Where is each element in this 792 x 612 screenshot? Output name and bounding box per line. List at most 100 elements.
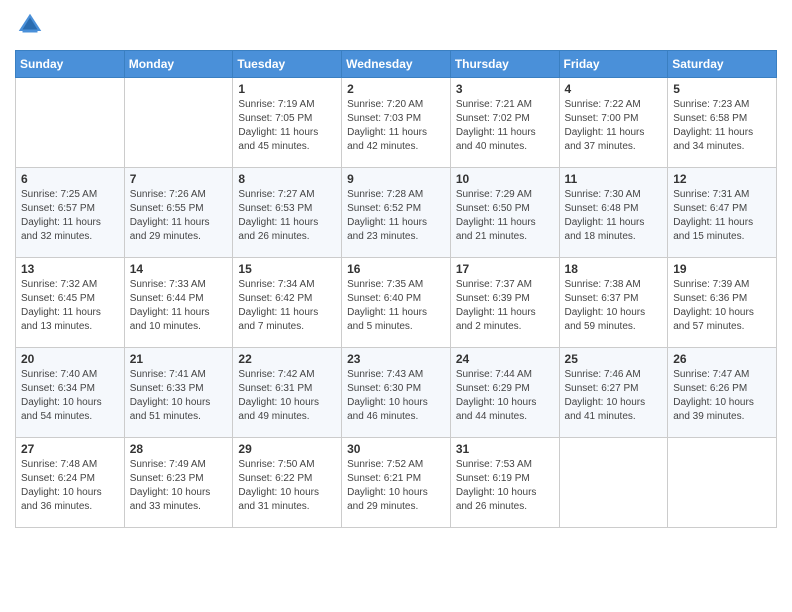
day-cell: 31 Sunrise: 7:53 AM Sunset: 6:19 PM Dayli… — [450, 438, 559, 528]
day-info: Sunrise: 7:29 AM Sunset: 6:50 PM Dayligh… — [456, 188, 554, 244]
day-number: 27 — [21, 442, 119, 456]
day-info: Sunrise: 7:34 AM Sunset: 6:42 PM Dayligh… — [238, 278, 336, 334]
day-number: 10 — [456, 172, 554, 186]
header-row: SundayMondayTuesdayWednesdayThursdayFrid… — [16, 51, 777, 78]
day-cell: 11Sunrise: 7:30 AM Sunset: 6:48 PM Dayli… — [559, 168, 668, 258]
day-number: 15 — [238, 262, 336, 276]
day-info: Sunrise: 7:47 AM Sunset: 6:26 PM Dayligh… — [673, 368, 771, 424]
day-number: 26 — [673, 352, 771, 366]
day-info: Sunrise: 7:43 AM Sunset: 6:30 PM Dayligh… — [347, 368, 445, 424]
day-cell: 22 Sunrise: 7:42 AM Sunset: 6:31 PM Dayli… — [233, 348, 342, 438]
day-info: Sunrise: 7:33 AM Sunset: 6:44 PM Dayligh… — [130, 278, 228, 334]
day-info: Sunrise: 7:46 AM Sunset: 6:27 PM Dayligh… — [565, 368, 663, 424]
day-number: 28 — [130, 442, 228, 456]
day-info: Sunrise: 7:22 AM Sunset: 7:00 PM Dayligh… — [565, 98, 663, 154]
calendar-header: SundayMondayTuesdayWednesdayThursdayFrid… — [16, 51, 777, 78]
header-cell-thursday: Thursday — [450, 51, 559, 78]
day-cell: 5 Sunrise: 7:23 AM Sunset: 6:58 PM Daylig… — [668, 78, 777, 168]
day-number: 22 — [238, 352, 336, 366]
day-info: Sunrise: 7:52 AM Sunset: 6:21 PM Dayligh… — [347, 458, 445, 514]
day-number: 9 — [347, 172, 445, 186]
day-info: Sunrise: 7:40 AM Sunset: 6:34 PM Dayligh… — [21, 368, 119, 424]
day-number: 31 — [456, 442, 554, 456]
day-number: 17 — [456, 262, 554, 276]
day-cell: 19 Sunrise: 7:39 AM Sunset: 6:36 PM Dayli… — [668, 258, 777, 348]
day-cell: 4 Sunrise: 7:22 AM Sunset: 7:00 PM Daylig… — [559, 78, 668, 168]
day-number: 29 — [238, 442, 336, 456]
day-cell: 13 Sunrise: 7:32 AM Sunset: 6:45 PM Dayli… — [16, 258, 125, 348]
week-row-3: 20 Sunrise: 7:40 AM Sunset: 6:34 PM Dayli… — [16, 348, 777, 438]
day-number: 6 — [21, 172, 119, 186]
day-cell: 15 Sunrise: 7:34 AM Sunset: 6:42 PM Dayli… — [233, 258, 342, 348]
day-cell — [668, 438, 777, 528]
day-info: Sunrise: 7:37 AM Sunset: 6:39 PM Dayligh… — [456, 278, 554, 334]
day-info: Sunrise: 7:49 AM Sunset: 6:23 PM Dayligh… — [130, 458, 228, 514]
day-cell: 7 Sunrise: 7:26 AM Sunset: 6:55 PM Daylig… — [124, 168, 233, 258]
calendar-body: 1 Sunrise: 7:19 AM Sunset: 7:05 PM Daylig… — [16, 78, 777, 528]
day-info: Sunrise: 7:32 AM Sunset: 6:45 PM Dayligh… — [21, 278, 119, 334]
page: SundayMondayTuesdayWednesdayThursdayFrid… — [0, 0, 792, 543]
day-info: Sunrise: 7:41 AM Sunset: 6:33 PM Dayligh… — [130, 368, 228, 424]
day-number: 3 — [456, 82, 554, 96]
day-number: 30 — [347, 442, 445, 456]
day-info: Sunrise: 7:53 AM Sunset: 6:19 PM Dayligh… — [456, 458, 554, 514]
day-number: 12 — [673, 172, 771, 186]
header-cell-friday: Friday — [559, 51, 668, 78]
calendar-table: SundayMondayTuesdayWednesdayThursdayFrid… — [15, 50, 777, 528]
logo-icon — [15, 10, 45, 40]
day-number: 7 — [130, 172, 228, 186]
day-cell: 27 Sunrise: 7:48 AM Sunset: 6:24 PM Dayli… — [16, 438, 125, 528]
day-info: Sunrise: 7:44 AM Sunset: 6:29 PM Dayligh… — [456, 368, 554, 424]
day-number: 5 — [673, 82, 771, 96]
day-cell: 30 Sunrise: 7:52 AM Sunset: 6:21 PM Dayli… — [342, 438, 451, 528]
day-number: 24 — [456, 352, 554, 366]
header — [15, 10, 777, 40]
day-number: 19 — [673, 262, 771, 276]
day-info: Sunrise: 7:26 AM Sunset: 6:55 PM Dayligh… — [130, 188, 228, 244]
header-cell-tuesday: Tuesday — [233, 51, 342, 78]
day-info: Sunrise: 7:42 AM Sunset: 6:31 PM Dayligh… — [238, 368, 336, 424]
day-cell: 29 Sunrise: 7:50 AM Sunset: 6:22 PM Dayli… — [233, 438, 342, 528]
day-number: 14 — [130, 262, 228, 276]
week-row-1: 6 Sunrise: 7:25 AM Sunset: 6:57 PM Daylig… — [16, 168, 777, 258]
day-cell: 23 Sunrise: 7:43 AM Sunset: 6:30 PM Dayli… — [342, 348, 451, 438]
day-info: Sunrise: 7:28 AM Sunset: 6:52 PM Dayligh… — [347, 188, 445, 244]
day-info: Sunrise: 7:20 AM Sunset: 7:03 PM Dayligh… — [347, 98, 445, 154]
day-info: Sunrise: 7:27 AM Sunset: 6:53 PM Dayligh… — [238, 188, 336, 244]
day-info: Sunrise: 7:19 AM Sunset: 7:05 PM Dayligh… — [238, 98, 336, 154]
day-cell: 9 Sunrise: 7:28 AM Sunset: 6:52 PM Daylig… — [342, 168, 451, 258]
day-number: 23 — [347, 352, 445, 366]
day-number: 18 — [565, 262, 663, 276]
day-cell: 26 Sunrise: 7:47 AM Sunset: 6:26 PM Dayli… — [668, 348, 777, 438]
header-cell-monday: Monday — [124, 51, 233, 78]
day-info: Sunrise: 7:50 AM Sunset: 6:22 PM Dayligh… — [238, 458, 336, 514]
day-cell: 8Sunrise: 7:27 AM Sunset: 6:53 PM Daylig… — [233, 168, 342, 258]
day-cell — [559, 438, 668, 528]
header-cell-saturday: Saturday — [668, 51, 777, 78]
day-cell: 21Sunrise: 7:41 AM Sunset: 6:33 PM Dayli… — [124, 348, 233, 438]
day-number: 4 — [565, 82, 663, 96]
day-number: 13 — [21, 262, 119, 276]
day-cell: 17 Sunrise: 7:37 AM Sunset: 6:39 PM Dayli… — [450, 258, 559, 348]
day-info: Sunrise: 7:23 AM Sunset: 6:58 PM Dayligh… — [673, 98, 771, 154]
header-cell-wednesday: Wednesday — [342, 51, 451, 78]
day-cell: 28 Sunrise: 7:49 AM Sunset: 6:23 PM Dayli… — [124, 438, 233, 528]
day-info: Sunrise: 7:39 AM Sunset: 6:36 PM Dayligh… — [673, 278, 771, 334]
day-info: Sunrise: 7:21 AM Sunset: 7:02 PM Dayligh… — [456, 98, 554, 154]
day-number: 11 — [565, 172, 663, 186]
day-cell: 1 Sunrise: 7:19 AM Sunset: 7:05 PM Daylig… — [233, 78, 342, 168]
day-cell: 16Sunrise: 7:35 AM Sunset: 6:40 PM Dayli… — [342, 258, 451, 348]
day-cell: 3 Sunrise: 7:21 AM Sunset: 7:02 PM Daylig… — [450, 78, 559, 168]
day-cell: 24 Sunrise: 7:44 AM Sunset: 6:29 PM Dayli… — [450, 348, 559, 438]
day-cell: 14 Sunrise: 7:33 AM Sunset: 6:44 PM Dayli… — [124, 258, 233, 348]
day-info: Sunrise: 7:25 AM Sunset: 6:57 PM Dayligh… — [21, 188, 119, 244]
day-cell: 18 Sunrise: 7:38 AM Sunset: 6:37 PM Dayli… — [559, 258, 668, 348]
day-cell: 2 Sunrise: 7:20 AM Sunset: 7:03 PM Daylig… — [342, 78, 451, 168]
day-number: 20 — [21, 352, 119, 366]
day-number: 2 — [347, 82, 445, 96]
day-info: Sunrise: 7:48 AM Sunset: 6:24 PM Dayligh… — [21, 458, 119, 514]
day-number: 16 — [347, 262, 445, 276]
week-row-4: 27 Sunrise: 7:48 AM Sunset: 6:24 PM Dayli… — [16, 438, 777, 528]
day-info: Sunrise: 7:38 AM Sunset: 6:37 PM Dayligh… — [565, 278, 663, 334]
day-number: 1 — [238, 82, 336, 96]
